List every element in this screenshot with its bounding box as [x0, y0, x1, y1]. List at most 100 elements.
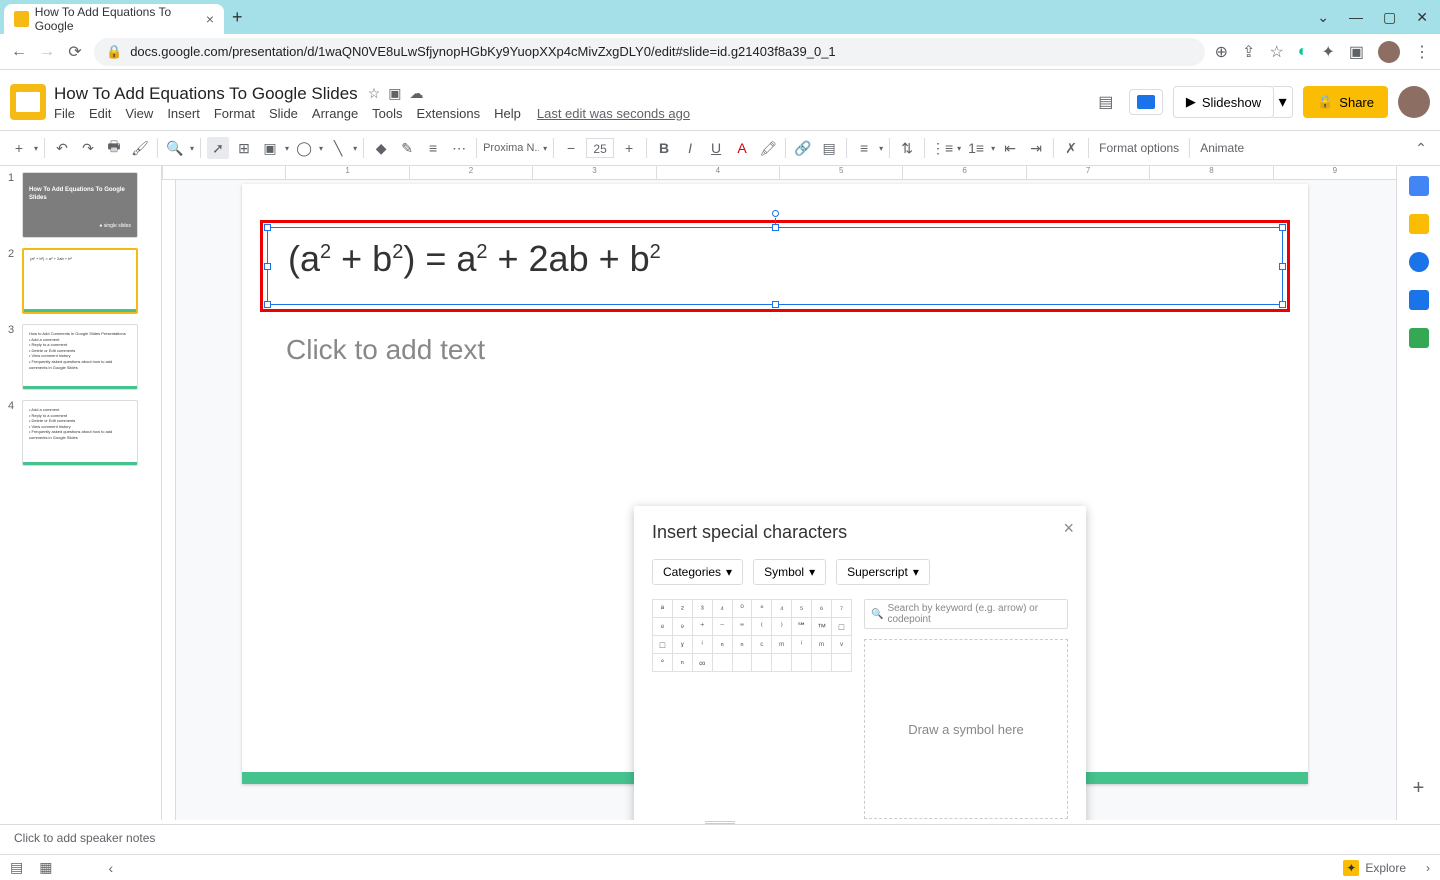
title-text-box[interactable]: (a2 + b2) = a2 + 2ab + b2 — [267, 227, 1283, 305]
grid-view-icon[interactable]: ▦ — [39, 859, 52, 876]
shape-icon[interactable]: ◯ — [293, 137, 315, 159]
char-cell[interactable]: ⁿ — [732, 636, 752, 654]
highlight-icon[interactable]: 🖍 — [757, 137, 779, 159]
explore-button[interactable]: ✦ Explore › — [1343, 860, 1430, 876]
char-cell[interactable]: ᶜ — [752, 636, 772, 654]
char-cell[interactable]: ⁴ — [772, 600, 792, 618]
line-icon[interactable]: ╲ — [327, 137, 349, 159]
comment-icon[interactable]: ▤ — [818, 137, 840, 159]
char-cell[interactable]: ⁾ — [772, 618, 792, 636]
speaker-notes[interactable]: Click to add speaker notes — [0, 824, 1440, 854]
char-cell[interactable]: □ — [832, 618, 852, 636]
char-cell[interactable]: ™ — [812, 618, 832, 636]
reload-icon[interactable]: ⟳ — [66, 42, 84, 62]
format-options-button[interactable]: Format options — [1095, 141, 1183, 155]
resize-handle[interactable] — [1279, 263, 1286, 270]
indent-dec-icon[interactable]: ⇤ — [999, 137, 1021, 159]
search-input[interactable]: 🔍 Search by keyword (e.g. arrow) or code… — [864, 599, 1068, 629]
resize-handle[interactable] — [264, 263, 271, 270]
char-cell[interactable]: ∞ — [692, 654, 712, 672]
char-cell[interactable]: ⁰ — [732, 600, 752, 618]
maximize-icon[interactable]: ▢ — [1383, 9, 1396, 26]
share-url-icon[interactable]: ⇪ — [1242, 42, 1255, 62]
last-edit-link[interactable]: Last edit was seconds ago — [537, 106, 690, 121]
cloud-icon[interactable]: ☁ — [409, 85, 423, 102]
rotate-handle[interactable] — [772, 210, 779, 217]
document-title[interactable]: How To Add Equations To Google Slides — [54, 84, 358, 104]
char-cell[interactable]: ⁸ — [653, 618, 673, 636]
char-cell[interactable]: ° — [653, 654, 673, 672]
char-cell[interactable]: ⁻ — [712, 618, 732, 636]
extension-icon[interactable]: ◐ — [1298, 43, 1308, 61]
undo-icon[interactable]: ↶ — [51, 137, 73, 159]
font-select[interactable]: Proxima N... — [483, 142, 539, 154]
numbered-list-icon[interactable]: 1≡ — [965, 137, 987, 159]
zoom-icon[interactable]: 🔍 — [164, 137, 186, 159]
subcategory-dropdown[interactable]: Superscript ▾ — [836, 559, 930, 585]
line-spacing-icon[interactable]: ⇅ — [896, 137, 918, 159]
animate-button[interactable]: Animate — [1196, 141, 1248, 155]
menu-help[interactable]: Help — [494, 106, 521, 121]
char-cell[interactable]: ⁽ — [752, 618, 772, 636]
slide-thumb-1[interactable]: How To Add Equations To Google Slides ● … — [22, 172, 138, 238]
star-icon[interactable]: ☆ — [368, 85, 381, 102]
select-tool-icon[interactable]: ➚ — [207, 137, 229, 159]
char-cell[interactable]: ⁿ — [672, 654, 692, 672]
browser-tab[interactable]: How To Add Equations To Google × — [4, 4, 224, 34]
slide-thumb-4[interactable]: • Add a comment • Reply to a comment • D… — [22, 400, 138, 466]
menu-view[interactable]: View — [125, 106, 153, 121]
collapse-icon[interactable]: ‹ — [108, 860, 113, 876]
account-avatar[interactable] — [1398, 86, 1430, 118]
clear-format-icon[interactable]: ✗ — [1060, 137, 1082, 159]
keep-icon[interactable] — [1409, 214, 1429, 234]
char-cell[interactable] — [832, 654, 852, 672]
border-color-icon[interactable]: ✎ — [396, 137, 418, 159]
menu-arrange[interactable]: Arrange — [312, 106, 358, 121]
char-cell[interactable] — [732, 654, 752, 672]
underline-icon[interactable]: U — [705, 137, 727, 159]
char-cell[interactable]: ⁶ — [812, 600, 832, 618]
resize-handle[interactable] — [772, 224, 779, 231]
close-tab-icon[interactable]: × — [206, 11, 214, 27]
char-cell[interactable]: ² — [672, 600, 692, 618]
char-cell[interactable]: ⁿ — [712, 636, 732, 654]
maps-icon[interactable] — [1409, 328, 1429, 348]
char-cell[interactable]: ⁹ — [672, 618, 692, 636]
text-color-icon[interactable]: A — [731, 137, 753, 159]
meet-button[interactable] — [1129, 89, 1163, 115]
bullet-list-icon[interactable]: ⋮≡ — [931, 137, 953, 159]
filmstrip-view-icon[interactable]: ▤ — [10, 859, 23, 876]
char-cell[interactable]: □ — [653, 636, 673, 654]
comment-history-icon[interactable]: ▤ — [1093, 89, 1119, 115]
menu-format[interactable]: Format — [214, 106, 255, 121]
profile-avatar[interactable] — [1378, 41, 1400, 63]
resize-handle[interactable] — [1279, 224, 1286, 231]
char-cell[interactable] — [752, 654, 772, 672]
char-cell[interactable]: ⁺ — [692, 618, 712, 636]
align-icon[interactable]: ≡ — [853, 137, 875, 159]
menu-tools[interactable]: Tools — [372, 106, 402, 121]
char-cell[interactable] — [792, 654, 812, 672]
char-cell[interactable]: ˠ — [672, 636, 692, 654]
new-tab-button[interactable]: + — [232, 7, 243, 28]
share-button[interactable]: 🔒 Share — [1303, 86, 1388, 118]
slide-thumb-2[interactable]: (a² + b²) = a² + 2ab + b² — [22, 248, 138, 314]
menu-slide[interactable]: Slide — [269, 106, 298, 121]
fill-color-icon[interactable]: ◆ — [370, 137, 392, 159]
char-cell[interactable]: ³ — [692, 600, 712, 618]
resize-handle[interactable] — [264, 301, 271, 308]
paint-format-icon[interactable]: 🖌 — [129, 137, 151, 159]
border-dash-icon[interactable]: ⋯ — [448, 137, 470, 159]
char-cell[interactable] — [772, 654, 792, 672]
link-icon[interactable]: 🔗 — [792, 137, 814, 159]
collapse-toolbar-icon[interactable]: ⌃ — [1410, 137, 1432, 159]
slides-logo-icon[interactable] — [10, 84, 46, 120]
tasks-icon[interactable] — [1409, 252, 1429, 272]
char-cell[interactable]: ᵐ — [812, 636, 832, 654]
close-window-icon[interactable]: ✕ — [1416, 9, 1428, 26]
char-cell[interactable]: ⁼ — [732, 618, 752, 636]
print-icon[interactable]: 🖶 — [103, 137, 125, 159]
textbox-icon[interactable]: ⊞ — [233, 137, 255, 159]
char-cell[interactable]: ᵐ — [772, 636, 792, 654]
font-size-dec[interactable]: − — [560, 137, 582, 159]
